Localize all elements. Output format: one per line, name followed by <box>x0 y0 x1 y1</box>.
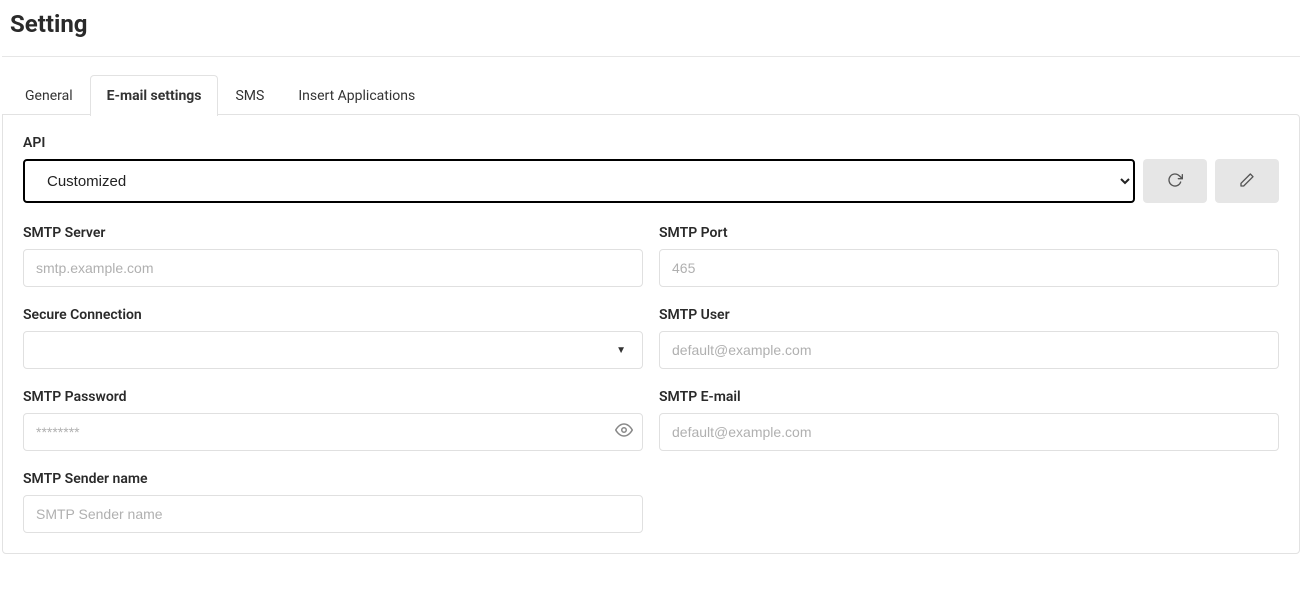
tabs: General E-mail settings SMS Insert Appli… <box>2 75 1300 116</box>
smtp-port-label: SMTP Port <box>659 225 1279 241</box>
caret-down-icon: ▼ <box>616 345 626 356</box>
smtp-sender-name-label: SMTP Sender name <box>23 471 643 487</box>
smtp-user-label: SMTP User <box>659 307 1279 323</box>
smtp-server-input[interactable] <box>23 249 643 287</box>
tab-sms[interactable]: SMS <box>218 75 281 116</box>
smtp-email-input[interactable] <box>659 413 1279 451</box>
pencil-icon <box>1239 172 1255 191</box>
api-label: API <box>23 135 1279 151</box>
page-title: Setting <box>10 10 1300 38</box>
divider <box>2 56 1300 57</box>
tab-general[interactable]: General <box>8 75 90 116</box>
tab-insert-applications[interactable]: Insert Applications <box>281 75 432 116</box>
refresh-button[interactable] <box>1143 159 1207 203</box>
secure-connection-select[interactable]: ▼ <box>23 331 643 369</box>
secure-connection-label: Secure Connection <box>23 307 643 323</box>
smtp-user-input[interactable] <box>659 331 1279 369</box>
form-grid: SMTP Server SMTP Port Secure Connection … <box>23 225 1279 533</box>
edit-button[interactable] <box>1215 159 1279 203</box>
api-row: Customized <box>23 159 1279 203</box>
toggle-password-button[interactable] <box>615 421 633 443</box>
smtp-port-input[interactable] <box>659 249 1279 287</box>
smtp-email-label: SMTP E-mail <box>659 389 1279 405</box>
api-select[interactable]: Customized <box>23 159 1135 203</box>
settings-panel: API Customized SMTP Server SMTP Port Sec… <box>2 114 1300 554</box>
tab-email-settings[interactable]: E-mail settings <box>90 75 219 116</box>
smtp-password-input[interactable] <box>23 413 643 451</box>
smtp-sender-name-input[interactable] <box>23 495 643 533</box>
eye-icon <box>615 421 633 443</box>
smtp-server-label: SMTP Server <box>23 225 643 241</box>
refresh-icon <box>1167 172 1183 191</box>
smtp-password-label: SMTP Password <box>23 389 643 405</box>
